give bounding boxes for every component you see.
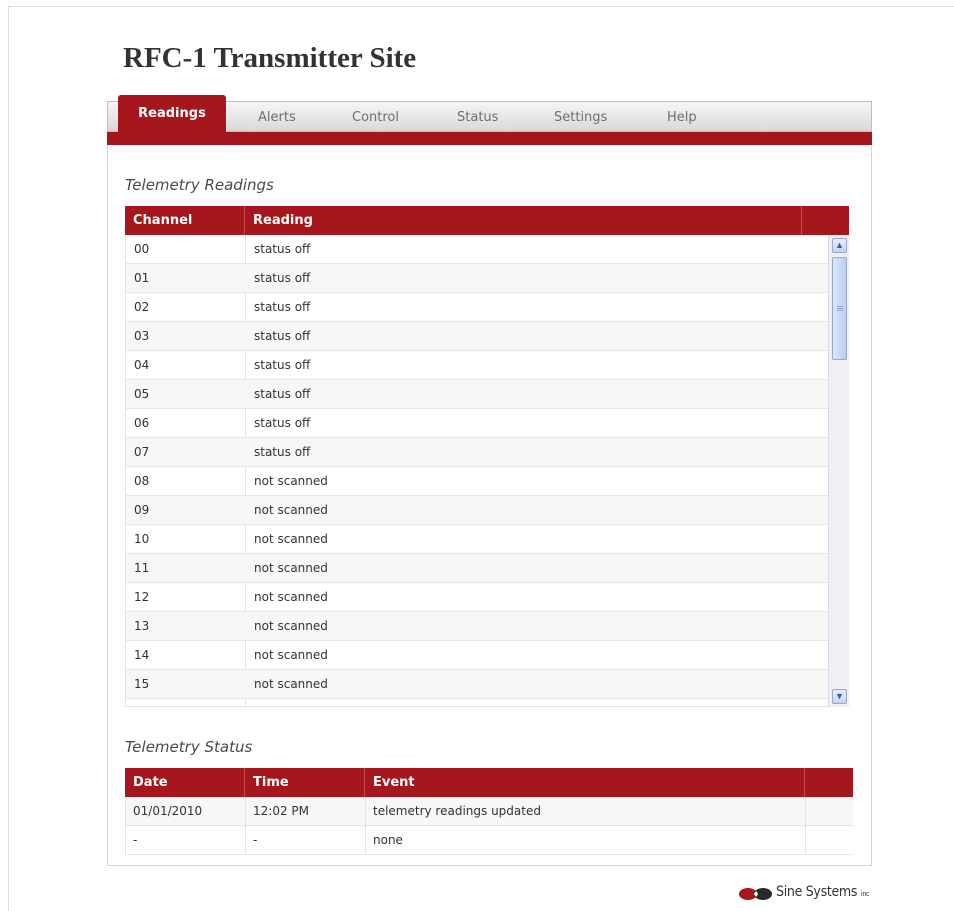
reading-cell: not scanned [254, 474, 328, 488]
channel-cell: 02 [134, 300, 150, 314]
time-cell: - [253, 833, 258, 847]
date-cell: - [133, 833, 138, 847]
channel-cell: 01 [134, 271, 150, 285]
sine-systems-logo-icon [739, 888, 772, 900]
reading-cell: status off [254, 329, 311, 343]
tab-status[interactable]: Status [457, 101, 498, 132]
channel-cell: 13 [134, 619, 150, 633]
chevron-up-icon[interactable]: ▲ [832, 238, 847, 253]
reading-cell: status off [254, 416, 311, 430]
logo-text: Sine Systems inc [776, 884, 870, 900]
table-row: - - none [125, 826, 853, 855]
time-cell: 12:02 PM [253, 804, 309, 818]
channel-cell: 09 [134, 503, 150, 517]
column-header-event[interactable]: Event [365, 768, 805, 797]
channel-cell: 00 [134, 242, 150, 256]
reading-cell: not scanned [254, 503, 328, 517]
reading-cell: status off [254, 387, 311, 401]
nav-underline [107, 132, 872, 145]
event-cell: none [373, 833, 403, 847]
channel-cell: 07 [134, 445, 150, 459]
tab-alerts[interactable]: Alerts [258, 101, 296, 132]
status-heading: Telemetry Status [125, 738, 253, 756]
channel-cell: 15 [134, 677, 150, 691]
channel-cell: 03 [134, 329, 150, 343]
page-border [8, 6, 954, 7]
column-header-channel[interactable]: Channel [125, 206, 245, 235]
channel-cell: 12 [134, 590, 150, 604]
readings-heading: Telemetry Readings [125, 176, 274, 194]
tab-readings[interactable]: Readings [118, 95, 226, 132]
date-cell: 01/01/2010 [133, 804, 203, 818]
event-cell: telemetry readings updated [373, 804, 541, 818]
channel-cell: 05 [134, 387, 150, 401]
reading-cell: status off [254, 271, 311, 285]
reading-cell: status off [254, 242, 311, 256]
reading-cell: not scanned [254, 590, 328, 604]
column-header-date[interactable]: Date [125, 768, 245, 797]
reading-cell: not scanned [254, 561, 328, 575]
tab-control[interactable]: Control [352, 101, 399, 132]
reading-cell: not scanned [254, 532, 328, 546]
reading-cell: status off [254, 300, 311, 314]
reading-cell: not scanned [254, 677, 328, 691]
reading-cell: status off [254, 358, 311, 372]
readings-table-body[interactable]: 00 status off 01 status off 02 status off 0… [125, 235, 849, 707]
readings-scrollbar[interactable]: ▲ ▼ [828, 235, 849, 707]
tab-help[interactable]: Help [667, 101, 697, 132]
page-border [8, 6, 9, 911]
tab-settings[interactable]: Settings [554, 101, 607, 132]
channel-cell: 10 [134, 532, 150, 546]
status-table-header: Date Time Event [125, 768, 853, 797]
table-row: 01/01/2010 12:02 PM telemetry readings u… [125, 797, 853, 826]
reading-cell: not scanned [254, 699, 328, 706]
chevron-down-icon[interactable]: ▼ [832, 689, 847, 704]
page-title: RFC-1 Transmitter Site [123, 42, 417, 74]
channel-cell: 08 [134, 474, 150, 488]
channel-cell: 14 [134, 648, 150, 662]
status-table-body: 01/01/2010 12:02 PM telemetry readings u… [125, 797, 853, 855]
column-header-time[interactable]: Time [245, 768, 365, 797]
channel-cell: 06 [134, 416, 150, 430]
column-header-reading[interactable]: Reading [245, 206, 802, 235]
reading-cell: status off [254, 445, 311, 459]
scrollbar-thumb[interactable] [832, 257, 847, 360]
readings-table-header: Channel Reading [125, 206, 849, 235]
channel-cell: 16 [134, 699, 149, 706]
channel-cell: 04 [134, 358, 150, 372]
reading-cell: not scanned [254, 648, 328, 662]
channel-cell: 11 [134, 561, 150, 575]
reading-cell: not scanned [254, 619, 328, 633]
